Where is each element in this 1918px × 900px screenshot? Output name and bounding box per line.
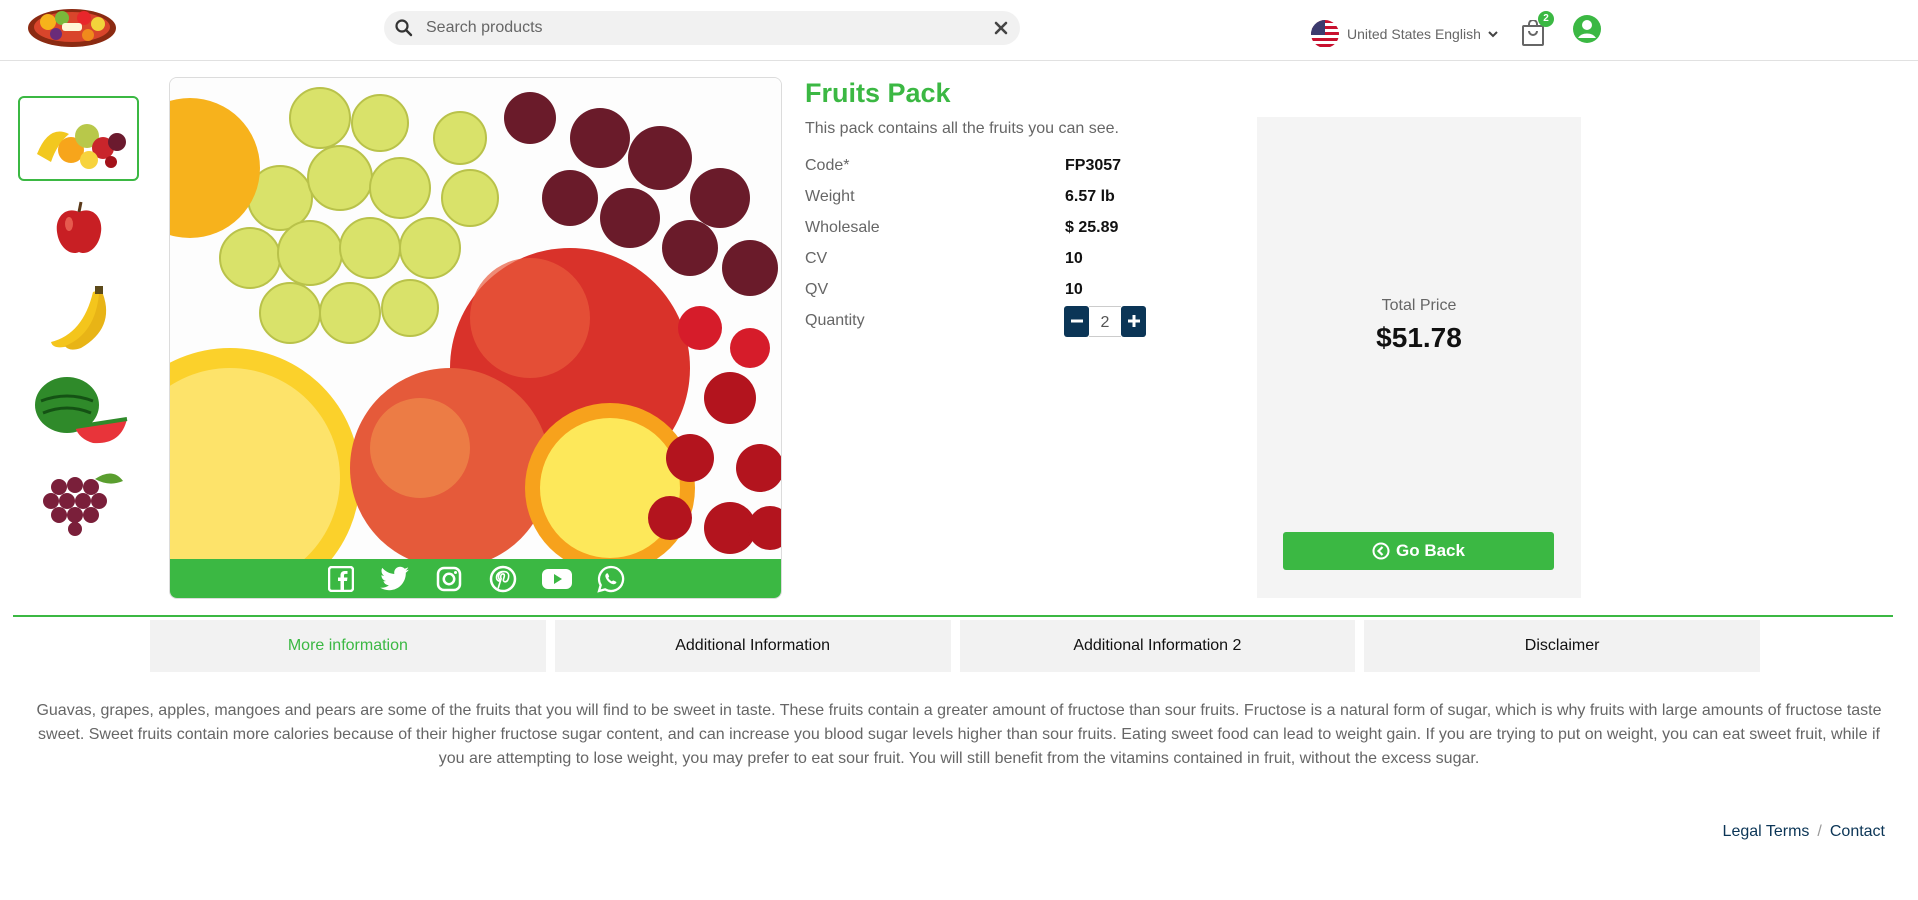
spec-label: QV [805, 280, 829, 298]
social-share-bar [170, 559, 781, 598]
facebook-icon[interactable] [325, 564, 357, 594]
search-input[interactable] [426, 11, 966, 45]
product-description: This pack contains all the fruits you ca… [805, 120, 1119, 137]
spec-value: $ 25.89 [1065, 218, 1119, 236]
spec-row-weight: Weight 6.57 lb [805, 181, 1185, 212]
tab-disclaimer[interactable]: Disclaimer [1364, 620, 1760, 672]
spec-value: 6.57 lb [1065, 187, 1115, 205]
spec-label: Wholesale [805, 218, 880, 236]
spec-value: 10 [1065, 249, 1083, 267]
product-main-image [169, 77, 782, 599]
twitter-icon[interactable] [379, 564, 411, 594]
contact-link[interactable]: Contact [1830, 823, 1885, 841]
us-flag-icon [1311, 20, 1339, 48]
user-account-icon[interactable] [1572, 14, 1602, 44]
legal-terms-link[interactable]: Legal Terms [1723, 823, 1810, 841]
clear-search-icon[interactable] [992, 19, 1010, 37]
instagram-icon[interactable] [433, 564, 465, 594]
spec-value: 10 [1065, 280, 1083, 298]
total-price-label: Total Price [1381, 297, 1457, 314]
youtube-icon[interactable] [541, 564, 573, 594]
footer-links: Legal Terms / Contact [1723, 823, 1885, 841]
spec-row-cv: CV 10 [805, 243, 1185, 274]
spec-label: Code* [805, 156, 850, 174]
language-label: United States English [1347, 26, 1481, 42]
thumbnail-apple[interactable] [18, 186, 139, 271]
cart-count-badge: 2 [1538, 11, 1554, 27]
minus-icon [1070, 319, 1083, 323]
chevron-left-circle-icon [1372, 542, 1390, 560]
tab-additional-information[interactable]: Additional Information [554, 620, 951, 672]
spec-value: FP3057 [1065, 156, 1122, 174]
search-icon [395, 19, 413, 37]
tab-content-text: Guavas, grapes, apples, mangoes and pear… [36, 702, 1882, 767]
go-back-button[interactable]: Go Back [1283, 532, 1554, 570]
fruit-pack-photo [170, 78, 781, 598]
chevron-down-icon [1488, 31, 1498, 38]
quantity-field[interactable]: 2 [1089, 305, 1121, 337]
tab-more-information[interactable]: More information [150, 620, 546, 672]
tab-additional-information-2[interactable]: Additional Information 2 [959, 620, 1356, 672]
spec-label: CV [805, 249, 828, 267]
spec-row-wholesale: Wholesale $ 25.89 [805, 212, 1185, 243]
plus-icon [1127, 315, 1140, 327]
price-panel: Total Price $51.78 Go Back [1257, 117, 1581, 598]
increase-quantity-button[interactable] [1121, 305, 1146, 337]
thumbnail-fruit-mix[interactable] [18, 96, 139, 181]
thumbnail-banana[interactable] [18, 276, 139, 361]
info-tabs: More information Additional Information … [150, 620, 1760, 672]
spec-label: Weight [805, 187, 855, 205]
total-price-value: $51.78 [1376, 322, 1462, 353]
section-divider [13, 615, 1893, 617]
product-title: Fruits Pack [805, 78, 951, 108]
top-header: United States English 2 [0, 0, 1918, 61]
quantity-stepper: 2 [1064, 305, 1146, 337]
site-logo[interactable] [26, 4, 118, 48]
decrease-quantity-button[interactable] [1064, 305, 1089, 337]
thumbnail-watermelon[interactable] [18, 366, 139, 451]
whatsapp-icon[interactable] [595, 564, 627, 594]
search-bar [384, 11, 1020, 45]
spec-row-qv: QV 10 [805, 274, 1185, 305]
footer-separator: / [1817, 823, 1822, 840]
language-selector[interactable]: United States English [1311, 20, 1499, 48]
spec-label: Quantity [805, 311, 865, 329]
thumbnail-grapes[interactable] [18, 456, 139, 541]
go-back-label: Go Back [1396, 541, 1465, 560]
spec-row-code: Code* FP3057 [805, 150, 1185, 181]
pinterest-icon[interactable] [487, 564, 519, 594]
